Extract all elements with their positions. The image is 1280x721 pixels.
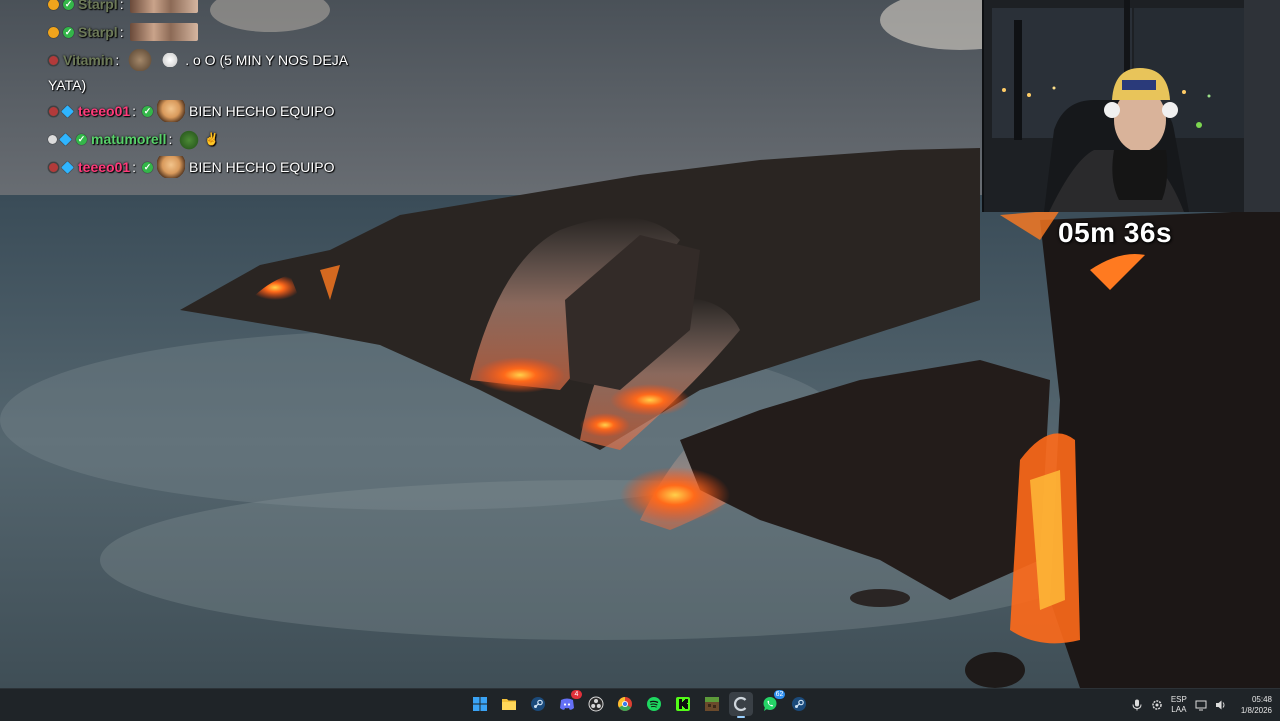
sub-badge-icon: [48, 0, 59, 10]
chat-message: Vitamin : . o O (5 MIN Y NOS DEJA: [48, 48, 348, 72]
streamer-camera-image: [984, 0, 1280, 212]
emote-image: [129, 23, 198, 41]
notification-badge: 62: [774, 690, 785, 699]
taskbar-app-steam-2[interactable]: [787, 692, 811, 716]
mod-badge-icon: [48, 134, 57, 144]
language-indicator[interactable]: ESP LAA: [1171, 695, 1187, 715]
chat-separator: :: [115, 52, 120, 68]
taskbar-app-steam[interactable]: [526, 692, 550, 716]
chat-separator: :: [119, 24, 124, 40]
taskbar-app-minecraft[interactable]: [700, 692, 724, 716]
microphone-icon[interactable]: [1131, 699, 1143, 711]
language-code: ESP: [1170, 695, 1187, 704]
start-button[interactable]: [468, 692, 492, 716]
notification-badge: 4: [571, 690, 582, 699]
windows-taskbar: 4 62 ESP LAA 05:48 1/8/2026: [0, 688, 1280, 721]
chat-username: teeeo01: [78, 103, 131, 119]
chat-message-text: BIEN HECHO EQUIPO: [189, 159, 335, 175]
volume-icon[interactable]: [1215, 699, 1227, 711]
taskbar-app-whatsapp[interactable]: 62: [758, 690, 785, 716]
chat-message-text: BIEN HECHO EQUIPO: [189, 103, 335, 119]
chrome-icon: [618, 697, 632, 711]
steam-icon: [531, 697, 545, 711]
keyboard-layout: LAA: [1171, 705, 1187, 714]
taskbar-app-discord[interactable]: 4: [555, 690, 582, 716]
network-icon[interactable]: [1195, 699, 1207, 711]
chat-message-text: . o O (5 MIN Y NOS DEJA: [185, 52, 349, 68]
emote-image: [125, 49, 156, 71]
chat-separator: :: [168, 131, 173, 147]
emote-image: [157, 100, 186, 122]
mod-badge-icon: [48, 54, 59, 66]
verified-badge-icon: ✓: [76, 133, 87, 145]
chat-username: Vitamin: [63, 52, 114, 68]
chat-message: ✓ Starpl :: [48, 0, 202, 16]
chat-message: teeeo01 : ✓ BIEN HECHO EQUIPO: [48, 99, 335, 123]
taskbar-app-file-explorer[interactable]: [497, 692, 521, 716]
chat-message-text: YATA): [48, 77, 87, 93]
chat-message: teeeo01 : ✓ BIEN HECHO EQUIPO: [48, 155, 335, 179]
emote-image: [129, 0, 198, 13]
taskbar-app-kick[interactable]: [671, 692, 695, 716]
mod-badge-icon: [48, 105, 59, 117]
chat-separator: :: [132, 159, 137, 175]
chat-message-continuation: YATA): [48, 73, 86, 97]
chat-username: teeeo01: [78, 159, 131, 175]
chat-username: Starpl: [78, 0, 118, 12]
obs-icon: [588, 696, 604, 712]
chat-message: ✓ matumorell : ✌: [48, 127, 222, 151]
chat-username: Starpl: [78, 24, 118, 40]
taskbar-apps: 4 62: [468, 690, 811, 718]
chat-username: matumorell: [91, 131, 167, 147]
taskbar-app-spotify[interactable]: [642, 692, 666, 716]
chat-message: ✓ Starpl :: [48, 20, 202, 44]
webcam-feed: [982, 0, 1280, 212]
windows-icon: [473, 697, 487, 711]
minecraft-icon: [705, 697, 719, 711]
system-tray: ESP LAA 05:48 1/8/2026: [1131, 689, 1272, 721]
taskbar-app-chrome[interactable]: [613, 692, 637, 716]
c-icon: [734, 696, 747, 712]
verified-badge-icon: ✓: [142, 161, 154, 173]
clock-time: 05:48: [1251, 695, 1272, 704]
taskbar-app-active[interactable]: [729, 692, 753, 718]
steam-icon: [792, 697, 806, 711]
mod-badge-icon: [48, 161, 59, 173]
emote-image: [157, 156, 186, 178]
taskbar-clock[interactable]: 05:48 1/8/2026: [1241, 694, 1272, 716]
emote-image: [178, 128, 201, 150]
settings-icon[interactable]: [1151, 699, 1163, 711]
chat-separator: :: [132, 103, 137, 119]
chat-separator: :: [119, 0, 124, 12]
verified-badge-icon: ✓: [63, 0, 74, 10]
clock-date: 1/8/2026: [1240, 706, 1272, 715]
diamond-badge-icon: [59, 132, 72, 146]
verified-badge-icon: ✓: [142, 105, 154, 117]
folder-icon: [502, 699, 516, 710]
diamond-badge-icon: [61, 104, 74, 118]
sub-badge-icon: [48, 26, 59, 38]
taskbar-app-obs[interactable]: [584, 692, 608, 716]
emote-image: [159, 53, 182, 67]
hand-emote-icon: ✌: [204, 132, 220, 146]
countdown-timer: 05m 36s: [1058, 217, 1173, 248]
verified-badge-icon: ✓: [63, 26, 74, 38]
spotify-icon: [647, 697, 661, 711]
diamond-badge-icon: [61, 160, 74, 174]
kick-icon: [676, 697, 690, 711]
